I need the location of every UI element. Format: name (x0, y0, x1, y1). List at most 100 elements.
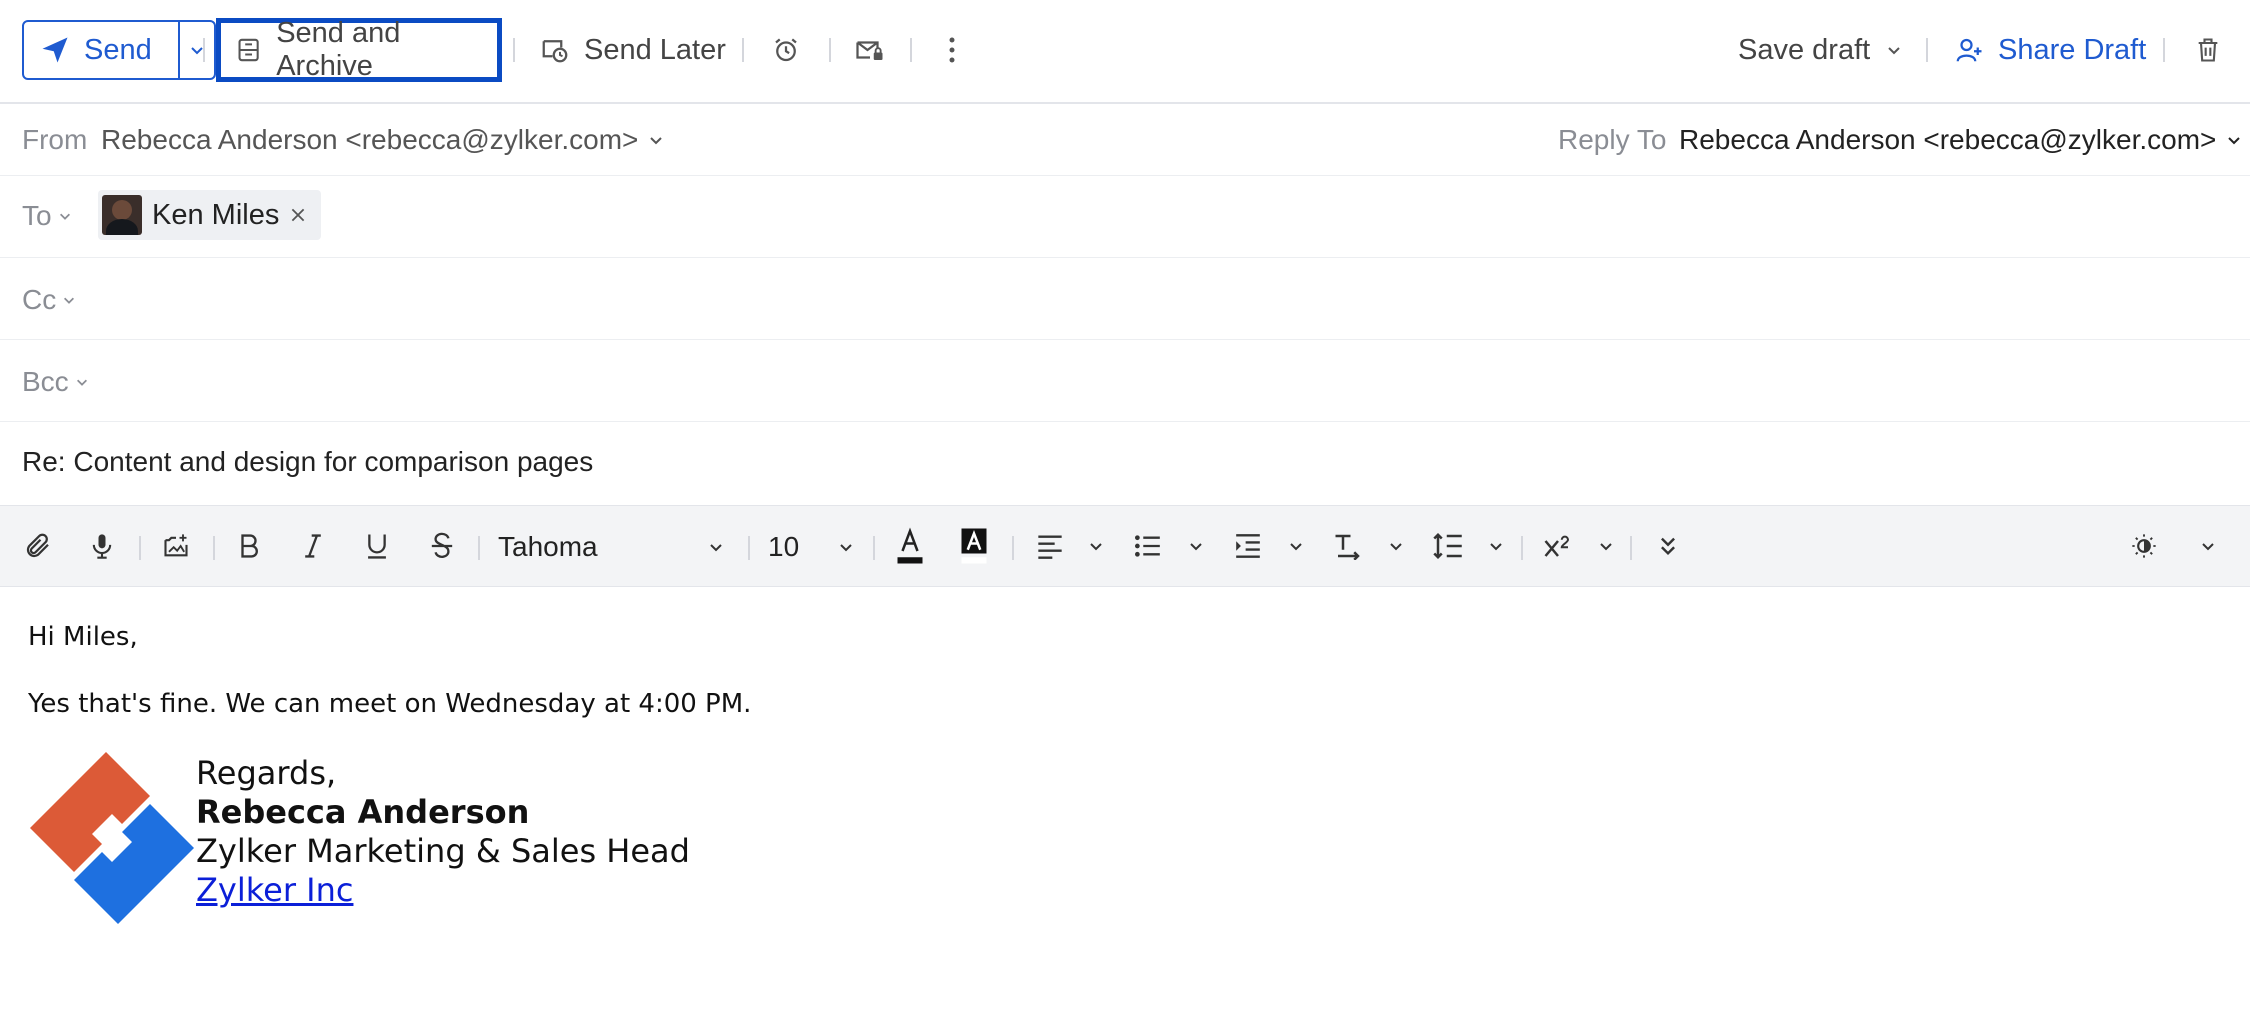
toolbar-divider (1012, 536, 1014, 560)
toolbar-divider (1926, 38, 1928, 62)
trash-icon (2198, 38, 2218, 62)
send-later-button[interactable]: Send Later (540, 18, 726, 82)
send-and-archive-label: Send and Archive (276, 17, 401, 82)
reminder-button[interactable] (766, 30, 806, 70)
underline-icon (368, 534, 386, 559)
superscript-button[interactable] (1538, 526, 1578, 566)
compose-toolbar: Send Send and Archive Send Later Save dr… (0, 0, 2250, 104)
bold-icon (241, 534, 258, 558)
more-vertical-icon (949, 37, 955, 63)
strikethrough-button[interactable] (422, 526, 462, 566)
insert-image-button[interactable] (156, 526, 196, 566)
voice-record-button[interactable] (82, 526, 122, 566)
indent-icon (1236, 534, 1260, 558)
send-and-archive-button[interactable]: Send and Archive (216, 17, 502, 82)
toolbar-divider (910, 38, 912, 62)
superscript-icon (1544, 535, 1570, 557)
more-formatting-button[interactable] (1648, 526, 1688, 566)
signature-regards: Regards, (196, 754, 337, 792)
save-draft-dropdown[interactable] (1874, 30, 1914, 70)
underline-button[interactable] (357, 526, 397, 566)
greeting-text: Hi Miles, (28, 622, 138, 652)
envelope-lock-icon (856, 41, 883, 60)
bcc-label: Bcc (22, 366, 69, 397)
to-label: To (22, 200, 52, 231)
archive-icon (238, 38, 259, 62)
bulleted-list-button[interactable] (1128, 526, 1168, 566)
recipient-chip[interactable]: Ken Miles (98, 190, 322, 240)
text-color-button[interactable] (890, 526, 930, 566)
from-selector[interactable]: Rebecca Anderson <rebecca@zylker.com> (101, 124, 664, 156)
text-direction-button[interactable] (1328, 526, 1368, 566)
chevron-down-icon (1600, 543, 1612, 551)
chevron-down-icon (1490, 543, 1502, 551)
cc-row[interactable]: Cc (0, 258, 2250, 340)
share-draft-label: Share Draft (1998, 33, 2147, 66)
font-family-value: Tahoma (498, 531, 598, 562)
align-left-icon (1038, 535, 1062, 559)
cc-field-toggle[interactable]: Cc (22, 284, 76, 316)
theme-toggle-button[interactable] (2124, 526, 2164, 566)
line-spacing-dropdown[interactable] (1476, 526, 1516, 566)
list-dropdown[interactable] (1176, 526, 1216, 566)
from-label: From (22, 124, 88, 155)
close-icon[interactable] (289, 206, 307, 224)
to-field-toggle[interactable]: To (22, 200, 72, 232)
toolbar-divider (873, 536, 875, 560)
add-user-icon (1956, 38, 1982, 62)
signature-company-link[interactable]: Zylker Inc (196, 871, 353, 909)
script-dropdown[interactable] (1586, 526, 1626, 566)
signature-name: Rebecca Anderson (196, 793, 530, 831)
send-later-label: Send Later (584, 33, 726, 66)
toolbar-divider (478, 536, 480, 560)
to-row: To Ken Miles (0, 176, 2250, 258)
font-size-select[interactable]: 10 (768, 524, 858, 570)
toolbar-divider (829, 38, 831, 62)
line-spacing-button[interactable] (1428, 526, 1468, 566)
align-button[interactable] (1030, 526, 1070, 566)
microphone-icon (92, 534, 112, 559)
toolbar-divider (742, 38, 744, 62)
discard-button[interactable] (2188, 30, 2228, 70)
bcc-row[interactable]: Bcc (0, 340, 2250, 422)
chevron-down-icon (1888, 47, 1900, 55)
chevron-down-icon (2202, 543, 2214, 551)
send-icon (42, 37, 68, 63)
save-draft-button[interactable]: Save draft (1738, 18, 1870, 82)
toolbar-divider (2163, 38, 2165, 62)
line-spacing-icon (1433, 532, 1462, 560)
text-color-icon (897, 527, 923, 564)
toolbar-divider (1630, 536, 1632, 560)
chevron-down-icon (650, 137, 663, 145)
indent-button[interactable] (1228, 526, 1268, 566)
send-button[interactable]: Send (24, 22, 180, 78)
theme-dropdown[interactable] (2188, 526, 2228, 566)
chevron-down-icon (76, 379, 87, 386)
chevron-down-icon (2228, 137, 2241, 145)
bold-button[interactable] (229, 526, 269, 566)
encrypt-mail-button[interactable] (850, 30, 890, 70)
italic-button[interactable] (293, 526, 333, 566)
font-family-select[interactable]: Tahoma (498, 524, 728, 570)
attach-button[interactable] (18, 526, 58, 566)
chevron-down-icon (1290, 543, 1302, 551)
background-color-button[interactable] (954, 526, 994, 566)
chevron-down-icon (1390, 543, 1402, 551)
indent-dropdown[interactable] (1276, 526, 1316, 566)
share-draft-button[interactable]: Share Draft (1954, 18, 2146, 82)
text-direction-dropdown[interactable] (1376, 526, 1416, 566)
recipient-name: Ken Miles (152, 198, 280, 231)
align-dropdown[interactable] (1076, 526, 1116, 566)
message-text: Yes that's fine. We can meet on Wednesda… (28, 689, 752, 719)
signature-company-wrapper: Zylker Inc (196, 871, 353, 909)
send-options-dropdown[interactable] (180, 22, 214, 78)
avatar (102, 195, 142, 235)
reply-to-selector[interactable]: Rebecca Anderson <rebecca@zylker.com> (1679, 124, 2242, 156)
subject-input[interactable]: Re: Content and design for comparison pa… (22, 446, 593, 478)
bcc-field-toggle[interactable]: Bcc (22, 366, 89, 398)
reply-to-value: Rebecca Anderson <rebecca@zylker.com> (1679, 124, 2217, 155)
bullet-list-icon (1135, 535, 1160, 557)
cc-label: Cc (22, 284, 57, 315)
chevron-down-icon (710, 544, 722, 552)
more-options-button[interactable] (932, 30, 972, 70)
